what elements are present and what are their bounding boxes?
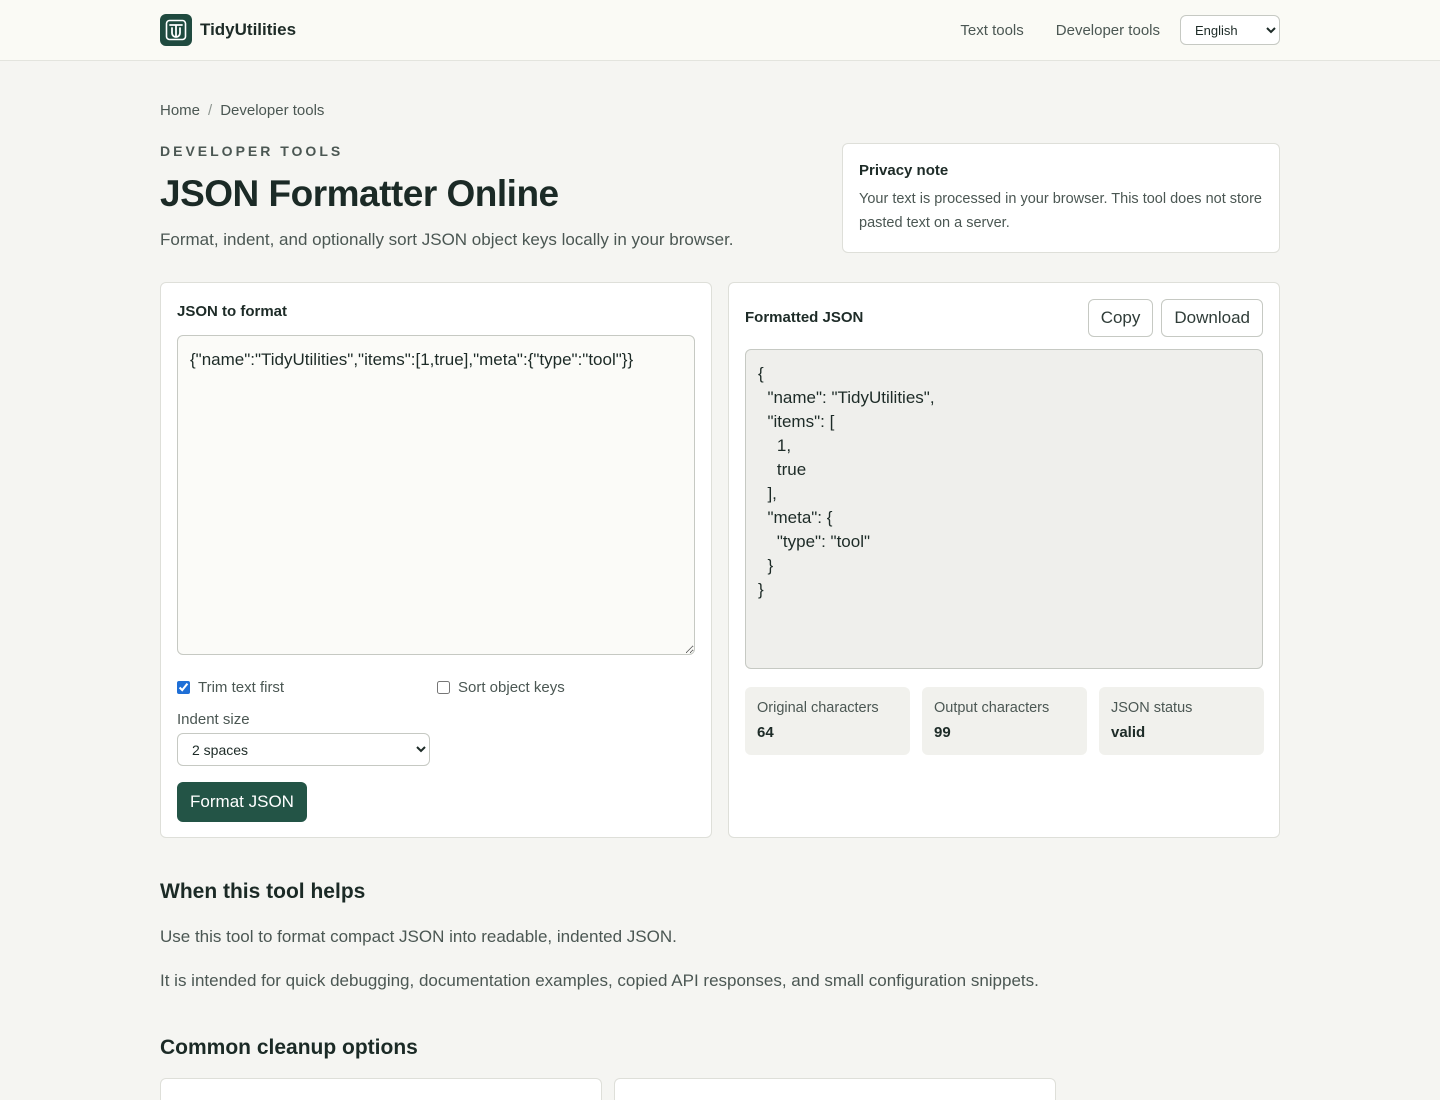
brand[interactable]: TidyUtilities xyxy=(160,14,296,46)
breadcrumb: Home / Developer tools xyxy=(160,102,324,119)
cleanup-option-card xyxy=(160,1078,602,1100)
nav-text-tools[interactable]: Text tools xyxy=(960,22,1023,39)
breadcrumb-home[interactable]: Home xyxy=(160,102,200,119)
indent-label: Indent size xyxy=(177,711,250,728)
cleanup-options-heading: Common cleanup options xyxy=(160,1036,418,1059)
helps-paragraph-2: It is intended for quick debugging, docu… xyxy=(160,971,1039,990)
stat-value: 64 xyxy=(757,724,774,741)
sort-checkbox[interactable] xyxy=(437,681,450,694)
stat-label: Output characters xyxy=(934,700,1050,716)
main-nav: Text tools Developer tools English xyxy=(960,15,1280,45)
json-output[interactable]: { "name": "TidyUtilities", "items": [ 1,… xyxy=(745,349,1263,669)
breadcrumb-current[interactable]: Developer tools xyxy=(220,102,324,119)
eyebrow-label: DEVELOPER TOOLS xyxy=(160,143,344,159)
privacy-text: Your text is processed in your browser. … xyxy=(859,191,1262,231)
sort-option[interactable]: Sort object keys xyxy=(437,679,697,696)
stat-value: valid xyxy=(1111,724,1146,741)
options-row: Trim text first Sort object keys xyxy=(177,679,697,696)
trim-option[interactable]: Trim text first xyxy=(177,679,437,696)
brand-name: TidyUtilities xyxy=(200,20,297,39)
stat-value: 99 xyxy=(934,724,951,741)
download-button[interactable]: Download xyxy=(1161,299,1263,337)
language-select[interactable]: English xyxy=(1180,15,1280,45)
format-json-button[interactable]: Format JSON xyxy=(177,782,307,822)
cleanup-option-card xyxy=(614,1078,1056,1100)
sort-label: Sort object keys xyxy=(458,679,565,696)
stats-row: Original characters 64 Output characters… xyxy=(745,687,1264,755)
helps-heading: When this tool helps xyxy=(160,880,366,903)
stat-label: Original characters xyxy=(757,700,879,716)
nav-developer-tools[interactable]: Developer tools xyxy=(1056,22,1160,39)
page-title: JSON Formatter Online xyxy=(160,173,559,214)
stat-json-status: JSON status valid xyxy=(1099,687,1264,755)
brand-logo-icon xyxy=(160,14,192,46)
output-actions: Copy Download xyxy=(1087,299,1263,337)
json-input[interactable]: {"name":"TidyUtilities","items":[1,true]… xyxy=(177,335,695,655)
stat-original-characters: Original characters 64 xyxy=(745,687,910,755)
input-label: JSON to format xyxy=(177,303,288,320)
output-label: Formatted JSON xyxy=(745,309,864,326)
top-header: TidyUtilities Text tools Developer tools… xyxy=(0,0,1440,61)
indent-select[interactable]: 2 spaces xyxy=(177,733,430,766)
breadcrumb-separator: / xyxy=(208,102,213,119)
page-lead: Format, indent, and optionally sort JSON… xyxy=(160,230,734,249)
copy-button[interactable]: Copy xyxy=(1087,299,1154,337)
trim-checkbox[interactable] xyxy=(177,681,190,694)
helps-paragraph-1: Use this tool to format compact JSON int… xyxy=(160,927,677,946)
privacy-note: Privacy note Your text is processed in y… xyxy=(842,143,1280,253)
stat-label: JSON status xyxy=(1111,700,1193,716)
output-panel: Formatted JSON Copy Download { "name": "… xyxy=(728,282,1280,838)
input-panel: JSON to format {"name":"TidyUtilities","… xyxy=(160,282,712,838)
trim-label: Trim text first xyxy=(198,679,285,696)
privacy-title: Privacy note xyxy=(859,162,949,179)
stat-output-characters: Output characters 99 xyxy=(922,687,1087,755)
